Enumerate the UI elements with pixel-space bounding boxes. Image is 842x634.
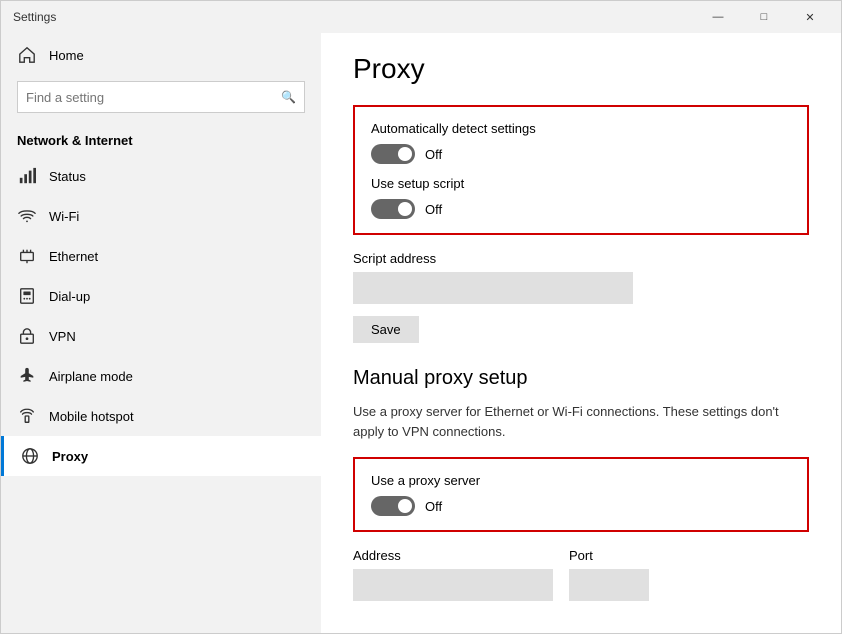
sidebar-item-ethernet[interactable]: Ethernet [1, 236, 321, 276]
sidebar-item-vpn[interactable]: VPN [1, 316, 321, 356]
setup-script-toggle[interactable] [371, 199, 415, 219]
maximize-button[interactable]: □ [741, 1, 787, 33]
sidebar-airplane-label: Airplane mode [49, 369, 133, 384]
dialup-icon [17, 286, 37, 306]
sidebar-item-hotspot[interactable]: Mobile hotspot [1, 396, 321, 436]
sidebar-item-home[interactable]: Home [1, 33, 321, 77]
auto-detect-toggle-row: Off [371, 144, 791, 164]
auto-detect-toggle[interactable] [371, 144, 415, 164]
sidebar-item-dialup[interactable]: Dial-up [1, 276, 321, 316]
setup-script-toggle-row: Off [371, 199, 791, 219]
search-icon: 🔍 [281, 90, 296, 104]
titlebar-title: Settings [13, 10, 56, 24]
home-icon [17, 45, 37, 65]
sidebar-section-title: Network & Internet [1, 125, 321, 156]
setup-script-state: Off [425, 202, 442, 217]
main-panel: Proxy Automatically detect settings Off … [321, 33, 841, 633]
sidebar-home-label: Home [49, 48, 84, 63]
search-input[interactable] [26, 90, 281, 105]
sidebar-ethernet-label: Ethernet [49, 249, 98, 264]
sidebar-dialup-label: Dial-up [49, 289, 90, 304]
address-col: Address [353, 548, 553, 601]
setup-script-label: Use setup script [371, 176, 791, 191]
titlebar-controls: — □ ✕ [695, 1, 833, 33]
address-input-placeholder [353, 569, 553, 601]
address-label: Address [353, 548, 553, 563]
sidebar-hotspot-label: Mobile hotspot [49, 409, 134, 424]
save-button[interactable]: Save [353, 316, 419, 343]
ethernet-icon [17, 246, 37, 266]
wifi-icon [17, 206, 37, 226]
titlebar: Settings — □ ✕ [1, 1, 841, 33]
sidebar-item-airplane[interactable]: Airplane mode [1, 356, 321, 396]
use-proxy-toggle-row: Off [371, 496, 791, 516]
use-proxy-state: Off [425, 499, 442, 514]
port-col: Port [569, 548, 649, 601]
sidebar-item-status[interactable]: Status [1, 156, 321, 196]
sidebar: Home 🔍 Network & Internet [1, 33, 321, 633]
vpn-icon [17, 326, 37, 346]
manual-proxy-description: Use a proxy server for Ethernet or Wi-Fi… [353, 402, 809, 441]
script-address-input[interactable] [353, 272, 633, 304]
sidebar-status-label: Status [49, 169, 86, 184]
sidebar-wifi-label: Wi-Fi [49, 209, 79, 224]
sidebar-vpn-label: VPN [49, 329, 76, 344]
sidebar-proxy-label: Proxy [52, 449, 88, 464]
auto-detect-state: Off [425, 147, 442, 162]
port-label: Port [569, 548, 649, 563]
status-icon [17, 166, 37, 186]
main-content: Home 🔍 Network & Internet [1, 33, 841, 633]
hotspot-icon [17, 406, 37, 426]
settings-window: Settings — □ ✕ Home 🔍 [0, 0, 842, 634]
proxy-icon [20, 446, 40, 466]
auto-detect-section: Automatically detect settings Off Use se… [353, 105, 809, 235]
use-proxy-label: Use a proxy server [371, 473, 791, 488]
use-proxy-toggle[interactable] [371, 496, 415, 516]
sidebar-item-wifi[interactable]: Wi-Fi [1, 196, 321, 236]
use-proxy-section: Use a proxy server Off [353, 457, 809, 532]
manual-proxy-title: Manual proxy setup [353, 367, 809, 390]
search-box[interactable]: 🔍 [17, 81, 305, 113]
auto-detect-label: Automatically detect settings [371, 121, 791, 136]
minimize-button[interactable]: — [695, 1, 741, 33]
close-button[interactable]: ✕ [787, 1, 833, 33]
address-port-row: Address Port [353, 548, 809, 601]
script-address-label: Script address [353, 251, 809, 266]
page-title: Proxy [353, 53, 809, 85]
sidebar-item-proxy[interactable]: Proxy [1, 436, 321, 476]
port-input-placeholder [569, 569, 649, 601]
airplane-icon [17, 366, 37, 386]
